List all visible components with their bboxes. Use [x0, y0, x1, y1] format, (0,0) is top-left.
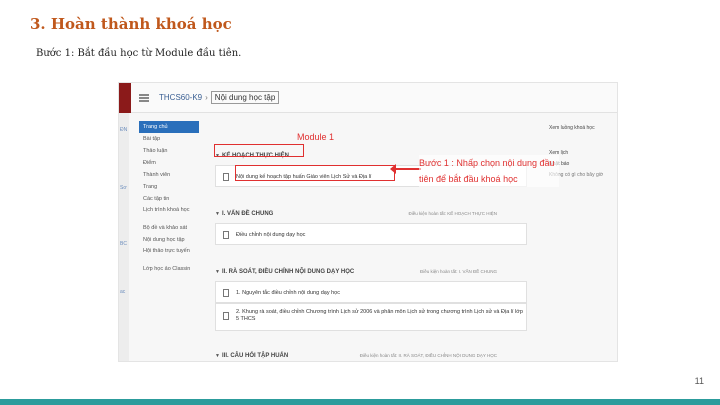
module-title: II. RÀ SOÁT, ĐIỀU CHỈNH NỘI DUNG DẠY HỌC — [222, 269, 355, 275]
step-annotation: Bước 1 : Nhấp chọn nội dung đầu tiên để … — [419, 155, 559, 187]
breadcrumb: THCS60-K9 › Nội dung học tập — [159, 91, 280, 104]
sidebar-item-discussions[interactable]: Thảo luận — [139, 145, 199, 157]
module-title: III. CÂU HỎI TẬP HUẤN — [222, 353, 289, 359]
module-highlight-box — [214, 144, 304, 157]
triangle-down-icon[interactable]: ▼ — [215, 351, 220, 361]
module-prerequisite: Điều kiện hoàn tất: I. VẤN ĐỀ CHUNG — [419, 269, 497, 274]
module-item-title[interactable]: Điều chỉnh nội dung dạy học — [236, 232, 305, 238]
item-highlight-box — [235, 165, 395, 181]
sidebar-item-classin[interactable]: Lớp học ảo Classin — [139, 263, 199, 275]
module-title: I. VẤN ĐỀ CHUNG — [222, 211, 274, 217]
chevron-right-icon: › — [205, 93, 208, 102]
module-item-title[interactable]: 1. Nguyên tắc điều chỉnh nội dung dạy họ… — [236, 290, 340, 296]
global-nav-item[interactable]: ac — [120, 289, 125, 295]
sidebar-item-assignments[interactable]: Bài tập — [139, 133, 199, 145]
module-header[interactable]: ▼ I. VẤN ĐỀ CHUNG Điều kiện hoàn tất: KẾ H… — [215, 209, 527, 219]
course-sidebar: Trang chủ Bài tập Thảo luận Điểm Thành v… — [139, 121, 199, 275]
module-prerequisite: Điều kiện hoàn tất: II. RÀ SOÁT, ĐIỀU CH… — [359, 353, 497, 358]
module-item[interactable]: 2. Khung rà soát, điều chỉnh Chương trìn… — [215, 303, 527, 331]
module-item[interactable]: Điều chỉnh nội dung dạy học — [215, 223, 527, 245]
sidebar-item-quizzes[interactable]: Bộ đề và khảo sát — [139, 222, 199, 234]
sidebar-item-pages[interactable]: Trang — [139, 181, 199, 193]
sidebar-item-files[interactable]: Các tập tin — [139, 193, 199, 205]
lms-screenshot: THCS60-K9 › Nội dung học tập ĐN Sơ BC ac T… — [118, 82, 618, 362]
sidebar-item-syllabus[interactable]: Lịch trình khoá học — [139, 205, 199, 222]
right-sidebar: Xem luồng khoá học Xem lịch Nhật báo Khô… — [549, 123, 617, 181]
menu-icon[interactable] — [139, 94, 149, 102]
module-prerequisite: Điều kiện hoàn tất: KẾ HOẠCH THỰC HIỆN — [408, 211, 497, 216]
calendar-link[interactable]: Xem lịch — [549, 148, 617, 159]
sidebar-item-grades[interactable]: Điểm — [139, 157, 199, 169]
notifications-link[interactable]: Nhật báo — [549, 159, 617, 170]
module-item[interactable]: 1. Nguyên tắc điều chỉnh nội dung dạy họ… — [215, 281, 527, 303]
top-bar: THCS60-K9 › Nội dung học tập — [119, 83, 617, 113]
document-icon — [223, 312, 229, 320]
module-header[interactable]: ▼ III. CÂU HỎI TẬP HUẤN Điều kiện hoàn tất… — [215, 351, 527, 361]
triangle-down-icon[interactable]: ▼ — [215, 209, 220, 219]
page-number: 11 — [694, 376, 704, 386]
module-item-title[interactable]: 2. Khung rà soát, điều chỉnh Chương trìn… — [236, 309, 523, 322]
school-logo — [119, 83, 131, 113]
module-annotation: Module 1 — [297, 132, 335, 142]
sidebar-item-home[interactable]: Trang chủ — [139, 121, 199, 133]
global-nav: ĐN Sơ BC ac — [119, 113, 129, 361]
view-stream-link[interactable]: Xem luồng khoá học — [549, 123, 617, 134]
document-icon — [223, 231, 229, 239]
sidebar-item-people[interactable]: Thành viên — [139, 169, 199, 181]
global-nav-item[interactable]: ĐN — [120, 127, 127, 133]
breadcrumb-course[interactable]: THCS60-K9 — [159, 93, 202, 102]
bottom-accent-bar — [0, 399, 720, 405]
empty-note: Không có gì cho bây giờ — [549, 172, 604, 178]
document-icon — [223, 173, 229, 181]
sidebar-item-conferences[interactable]: Hội thảo trực tuyến — [139, 246, 199, 263]
global-nav-item[interactable]: BC — [120, 241, 127, 247]
document-icon — [223, 289, 229, 297]
slide-title: 3. Hoàn thành khoá học — [30, 15, 232, 33]
arrow-left-icon — [390, 164, 421, 174]
breadcrumb-current: Nội dung học tập — [210, 91, 280, 104]
module-header[interactable]: ▼ II. RÀ SOÁT, ĐIỀU CHỈNH NỘI DUNG DẠY HỌ… — [215, 267, 527, 277]
triangle-down-icon[interactable]: ▼ — [215, 267, 220, 277]
slide-subtitle: Bước 1: Bắt đầu học từ Module đầu tiên. — [36, 48, 242, 59]
global-nav-item[interactable]: Sơ — [120, 185, 127, 191]
sidebar-item-modules[interactable]: Nội dung học tập — [139, 234, 199, 246]
